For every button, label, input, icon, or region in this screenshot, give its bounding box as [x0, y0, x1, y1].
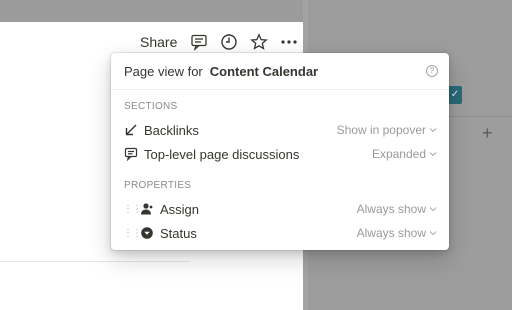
section-row-discussions[interactable]: Top-level page discussions Expanded [111, 142, 449, 166]
section-label: Backlinks [144, 122, 199, 138]
popover-header: Page view for Content Calendar ? [111, 53, 449, 90]
section-value-dropdown[interactable]: Expanded [372, 147, 437, 161]
help-icon[interactable]: ? [426, 65, 438, 77]
backlink-arrow-icon [123, 122, 139, 138]
chevron-down-icon [429, 152, 437, 157]
checkbox-checked[interactable]: ✓ [448, 86, 462, 104]
more-icon[interactable] [279, 32, 299, 52]
dropdown-value: Always show [356, 226, 426, 240]
section-row-backlinks[interactable]: Backlinks Show in popover [111, 118, 449, 142]
comment-icon [123, 146, 139, 162]
property-value-dropdown[interactable]: Always show [357, 226, 437, 240]
clock-icon[interactable] [219, 32, 239, 52]
dropdown-value: Always show [356, 202, 426, 216]
drag-handle-icon[interactable]: ⋮⋮ [123, 204, 142, 215]
chevron-down-icon [429, 207, 437, 212]
popover-header-label: Page view for [124, 63, 203, 79]
status-icon [139, 225, 155, 241]
chevron-down-icon [429, 231, 437, 236]
add-icon[interactable]: + [482, 124, 493, 142]
drag-handle-icon[interactable]: ⋮⋮ [123, 228, 142, 239]
person-icon [139, 201, 155, 217]
sections-heading: SECTIONS [124, 101, 178, 112]
page-view-popover: Page view for Content Calendar ? SECTION… [111, 53, 449, 250]
page-name: Content Calendar [209, 63, 319, 79]
property-value-dropdown[interactable]: Always show [357, 202, 437, 216]
dropdown-value: Expanded [371, 147, 426, 161]
properties-heading: PROPERTIES [124, 180, 192, 191]
property-row-status[interactable]: ⋮⋮ Status Always show [111, 221, 449, 245]
section-label: Top-level page discussions [144, 146, 300, 162]
property-row-assign[interactable]: ⋮⋮ Assign Always show [111, 197, 449, 221]
dropdown-value: Show in popover [336, 123, 426, 137]
property-label: Assign [160, 201, 200, 217]
star-icon[interactable] [249, 32, 269, 52]
chevron-down-icon [429, 128, 437, 133]
comment-icon[interactable] [189, 32, 209, 52]
top-toolbar: Share [140, 29, 309, 55]
property-label: Status [160, 225, 197, 241]
divider [0, 261, 190, 262]
share-button[interactable]: Share [140, 34, 177, 50]
section-value-dropdown[interactable]: Show in popover [337, 123, 437, 137]
